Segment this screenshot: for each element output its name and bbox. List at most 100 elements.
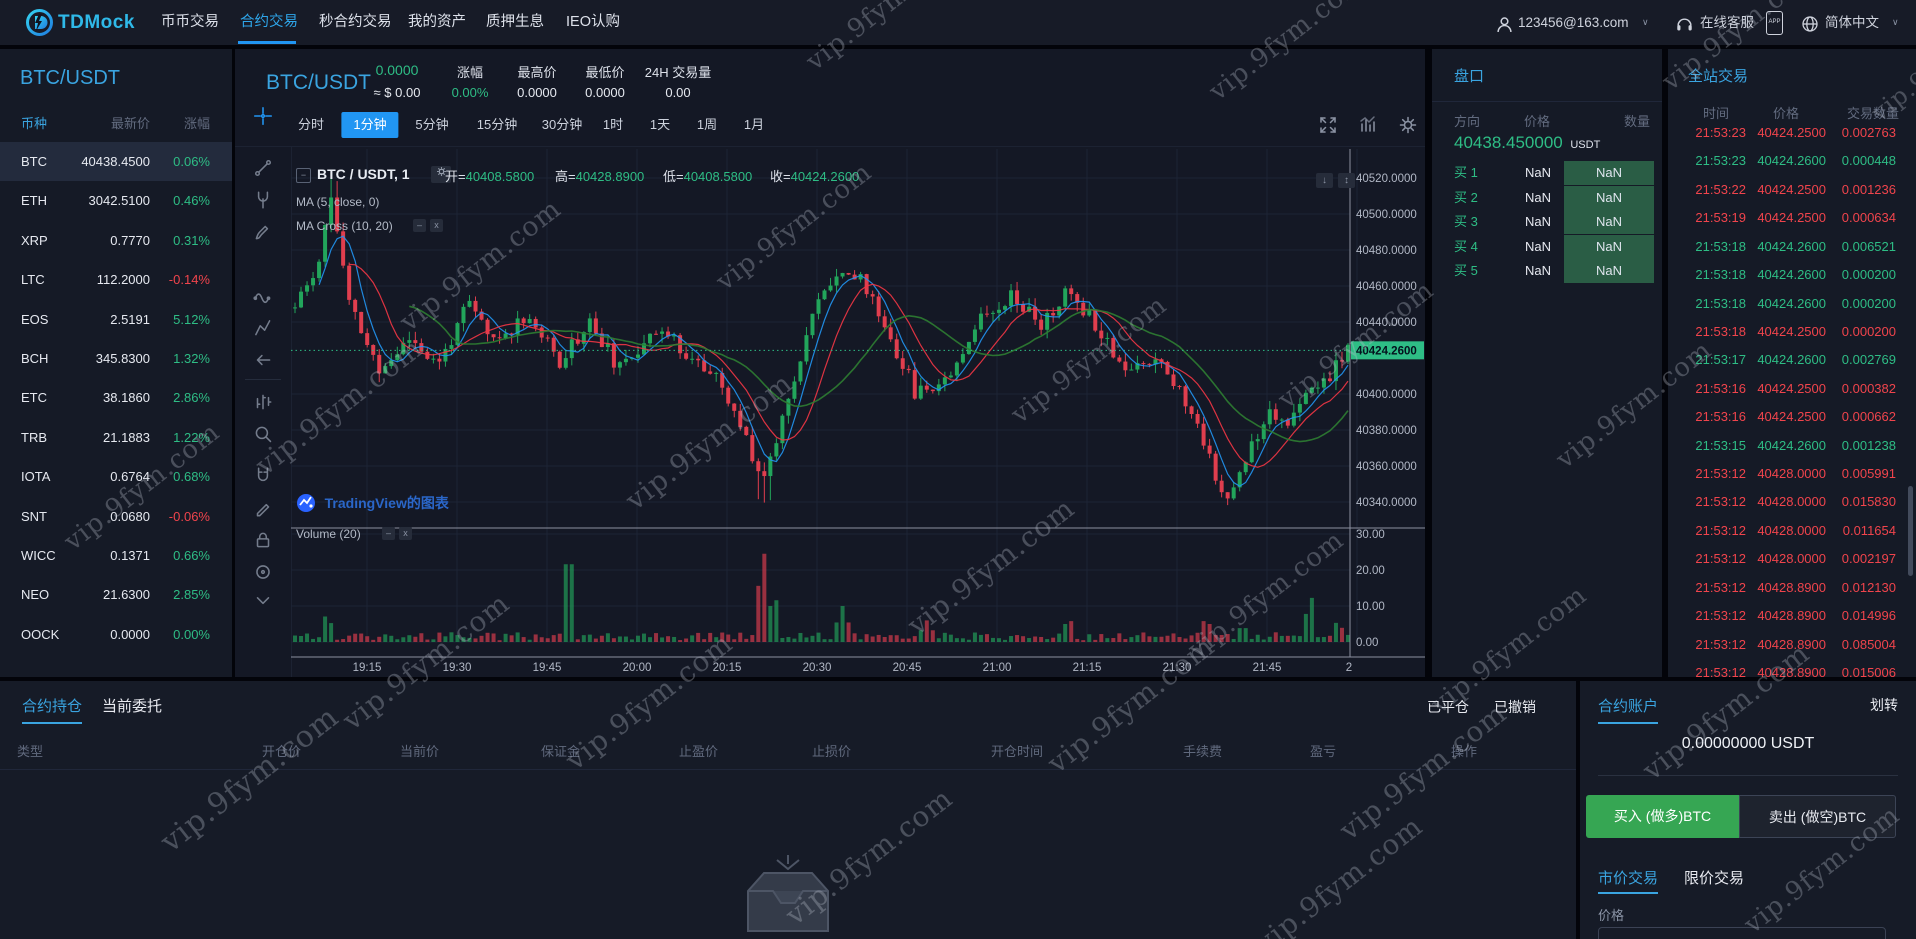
ohlc-value: 40428.8900 xyxy=(575,169,645,184)
divider xyxy=(1598,775,1898,776)
closed-positions-button[interactable]: 已平仓 xyxy=(1427,697,1469,717)
tradingview-attribution[interactable]: TradingView的图表 xyxy=(296,493,449,513)
coin-row-NEO[interactable]: NEO 21.6300 2.85% xyxy=(0,575,232,614)
timeframe-1周[interactable]: 1周 xyxy=(697,112,717,138)
orderbook-header-price: 价格 xyxy=(1524,114,1551,129)
top-nav: TDMock 123456@163.com ∨ 在线客服 APP 简体中文 ∨ … xyxy=(0,0,1916,45)
orderbook-row-3[interactable]: 买 3 NaN NaN xyxy=(1432,210,1662,235)
chart-settings-icon[interactable] xyxy=(1398,115,1418,135)
timeframe-1时[interactable]: 1时 xyxy=(603,112,623,138)
tool-lock-icon[interactable] xyxy=(252,529,274,551)
tab-market-order[interactable]: 市价交易 xyxy=(1598,867,1659,894)
tool-crosshair-icon[interactable] xyxy=(252,105,274,127)
timeframe-分时[interactable]: 分时 xyxy=(298,112,324,138)
coin-row-OOCK[interactable]: OOCK 0.0000 0.00% xyxy=(0,615,232,654)
orderbook-row-5[interactable]: 买 5 NaN NaN xyxy=(1432,259,1662,284)
user-email[interactable]: 123456@163.com xyxy=(1518,0,1629,45)
tab-contract-account[interactable]: 合约账户 xyxy=(1598,695,1659,724)
tool-edit-pencil-icon[interactable] xyxy=(252,497,274,519)
nav-item-1[interactable]: 合约交易 xyxy=(240,0,298,45)
svg-text:0.00: 0.00 xyxy=(1356,637,1378,649)
tab-contract-positions[interactable]: 合约持仓 xyxy=(22,695,83,724)
language-chevron-down-icon: ∨ xyxy=(1892,17,1899,27)
coin-row-SNT[interactable]: SNT 0.0680 -0.06% xyxy=(0,497,232,536)
orderbook-price: NaN xyxy=(1524,238,1551,254)
timeframe-1分钟[interactable]: 1分钟 xyxy=(341,112,399,138)
coin-row-BTC[interactable]: BTC 40438.4500 0.06% xyxy=(0,142,232,181)
nav-item-2[interactable]: 秒合约交易 xyxy=(319,0,392,45)
volume-hide-icon[interactable]: – xyxy=(382,527,395,540)
tab-limit-order[interactable]: 限价交易 xyxy=(1684,867,1744,888)
legend-collapse-icon[interactable]: − xyxy=(296,168,311,183)
timeframe-5分钟[interactable]: 5分钟 xyxy=(415,112,448,138)
tool-collapse-left-icon[interactable] xyxy=(252,349,274,371)
coin-row-EOS[interactable]: EOS 2.5191 5.12% xyxy=(0,300,232,339)
tool-target-icon[interactable] xyxy=(252,561,274,583)
coin-row-TRB[interactable]: TRB 21.1883 1.22% xyxy=(0,418,232,457)
svg-text:40500.0000: 40500.0000 xyxy=(1356,209,1417,221)
tool-trend-line-icon[interactable] xyxy=(252,157,274,179)
tool-bar-pattern-icon[interactable] xyxy=(252,391,274,413)
positions-header-7: 手续费 xyxy=(1183,744,1223,759)
volume-close-icon[interactable]: x xyxy=(399,527,412,540)
trade-row: 21:53:12 40428.8900 0.085004 xyxy=(1668,631,1916,659)
chart-indicator-icon[interactable] xyxy=(1358,115,1378,135)
coin-row-ETC[interactable]: ETC 38.1860 2.86% xyxy=(0,378,232,417)
trade-qty: 0.005991 xyxy=(1841,466,1896,482)
orderbook-side: 买 5 xyxy=(1454,263,1478,279)
tool-magnet-icon[interactable] xyxy=(252,465,274,487)
sell-short-button[interactable]: 卖出 (做空)BTC xyxy=(1739,795,1896,838)
orderbook-title: 盘口 xyxy=(1454,68,1485,85)
coin-row-BCH[interactable]: BCH 345.8300 1.32% xyxy=(0,339,232,378)
orderbook-qty: NaN xyxy=(1564,161,1654,185)
app-download-icon[interactable]: APP xyxy=(1766,11,1783,35)
volume-legend: Volume (20) xyxy=(296,527,361,541)
nav-item-3[interactable]: 我的资产 xyxy=(408,0,466,45)
buy-long-button[interactable]: 买入 (做多)BTC xyxy=(1586,795,1739,838)
scale-down-icon[interactable]: ↓ xyxy=(1316,173,1333,188)
tool-text-icon[interactable]: T xyxy=(252,253,274,275)
coin-row-LTC[interactable]: LTC 112.2000 -0.14% xyxy=(0,260,232,299)
price-input[interactable] xyxy=(1598,927,1886,939)
timeframe-1天[interactable]: 1天 xyxy=(650,112,670,138)
nav-item-5[interactable]: IEO认购 xyxy=(566,0,620,45)
market-list-title: BTC/USDT xyxy=(20,67,120,89)
coin-symbol: TRB xyxy=(21,429,47,445)
coin-row-ETH[interactable]: ETH 3042.5100 0.46% xyxy=(0,181,232,220)
cancelled-orders-button[interactable]: 已撤销 xyxy=(1494,697,1536,717)
nav-item-0[interactable]: 币币交易 xyxy=(161,0,219,45)
trade-time: 21:53:16 xyxy=(1695,380,1746,396)
coin-row-XRP[interactable]: XRP 0.7770 0.31% xyxy=(0,221,232,260)
trade-row: 21:53:12 40428.8900 0.012130 xyxy=(1668,574,1916,602)
tool-chevron-down-icon[interactable] xyxy=(252,589,274,611)
orderbook-row-4[interactable]: 买 4 NaN NaN xyxy=(1432,234,1662,260)
language-switcher[interactable]: 简体中文 xyxy=(1825,0,1879,45)
tab-current-orders[interactable]: 当前委托 xyxy=(102,695,162,716)
transfer-button[interactable]: 划转 xyxy=(1870,695,1898,715)
ma-hide-icon[interactable]: – xyxy=(413,219,426,232)
column-header-symbol: 币种 xyxy=(21,116,48,131)
orderbook-row-2[interactable]: 买 2 NaN NaN xyxy=(1432,185,1662,211)
candlestick-chart[interactable]: 40520.0000 40500.0000 40480.0000 40460.0000… xyxy=(235,49,1425,677)
timeframe-30分钟[interactable]: 30分钟 xyxy=(542,112,582,138)
scale-updown-icon[interactable]: ↕ xyxy=(1338,173,1355,188)
tool-wave-pattern-icon[interactable] xyxy=(252,285,274,307)
trade-qty: 0.002197 xyxy=(1841,551,1896,567)
tool-pitchfork-icon[interactable] xyxy=(252,189,274,211)
timeframe-15分钟[interactable]: 15分钟 xyxy=(477,112,517,138)
tool-brush-icon[interactable] xyxy=(252,221,274,243)
coin-change: 5.12% xyxy=(173,311,210,327)
ma-close-icon[interactable]: x xyxy=(430,219,443,232)
tool-zoom-icon[interactable] xyxy=(252,423,274,445)
logo-text[interactable]: TDMock xyxy=(58,0,135,45)
chart-fullscreen-icon[interactable] xyxy=(1318,115,1338,135)
coin-row-WICC[interactable]: WICC 0.1371 0.66% xyxy=(0,536,232,575)
online-support-link[interactable]: 在线客服 xyxy=(1700,0,1754,45)
logo-icon[interactable] xyxy=(26,9,53,39)
nav-item-4[interactable]: 质押生息 xyxy=(486,0,544,45)
tool-forecast-icon[interactable] xyxy=(252,317,274,339)
orderbook-row-1[interactable]: 买 1 NaN NaN xyxy=(1432,161,1662,186)
timeframe-1月[interactable]: 1月 xyxy=(744,112,764,138)
orderbook-header-side: 方向 xyxy=(1454,114,1481,129)
coin-row-IOTA[interactable]: IOTA 0.6764 0.68% xyxy=(0,457,232,496)
